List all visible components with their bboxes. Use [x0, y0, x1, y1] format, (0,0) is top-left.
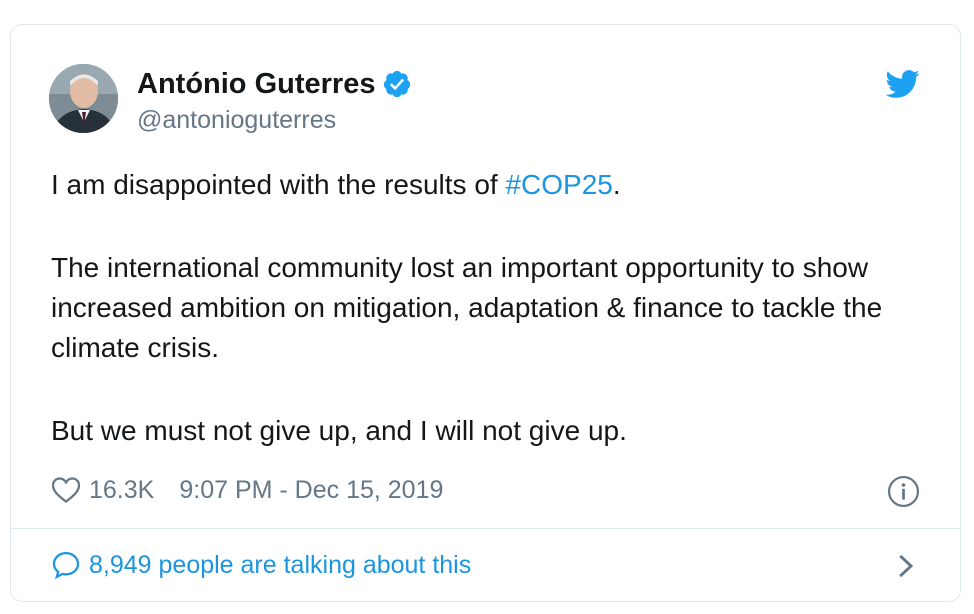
avatar[interactable] [49, 64, 118, 133]
speech-bubble-icon [51, 550, 81, 580]
avatar-image [49, 64, 118, 133]
tweet-paragraph-2: The international community lost an impo… [51, 252, 883, 363]
info-icon[interactable] [887, 475, 920, 508]
author-name-row: António Guterres [137, 67, 412, 101]
tweet-meta: 16.3K 9:07 PM - Dec 15, 2019 [51, 472, 443, 508]
heart-icon[interactable] [51, 476, 81, 504]
chevron-right-icon[interactable] [897, 553, 915, 579]
divider [11, 528, 960, 529]
tweet-paragraph-1: I am disappointed with the results of #C… [51, 165, 931, 205]
like-count[interactable]: 16.3K [89, 476, 154, 505]
author-name[interactable]: António Guterres [137, 67, 375, 101]
tweet-card: António Guterres @antonioguterres I am d… [10, 24, 961, 602]
tweet-paragraph-3: But we must not give up, and I will not … [51, 415, 627, 446]
tweet-text-suffix: . [612, 169, 621, 200]
conversation-text: 8,949 people are talking about this [89, 550, 472, 579]
twitter-bird-icon[interactable] [884, 69, 920, 99]
author-handle[interactable]: @antonioguterres [137, 105, 336, 135]
verified-badge-icon [382, 69, 412, 99]
tweet-timestamp[interactable]: 9:07 PM - Dec 15, 2019 [179, 476, 443, 505]
hashtag-link[interactable]: #COP25 [505, 169, 612, 200]
conversation-link[interactable]: 8,949 people are talking about this [51, 547, 471, 583]
tweet-text: I am disappointed with the results of #C… [51, 165, 931, 451]
tweet-text-prefix: I am disappointed with the results of [51, 169, 506, 200]
